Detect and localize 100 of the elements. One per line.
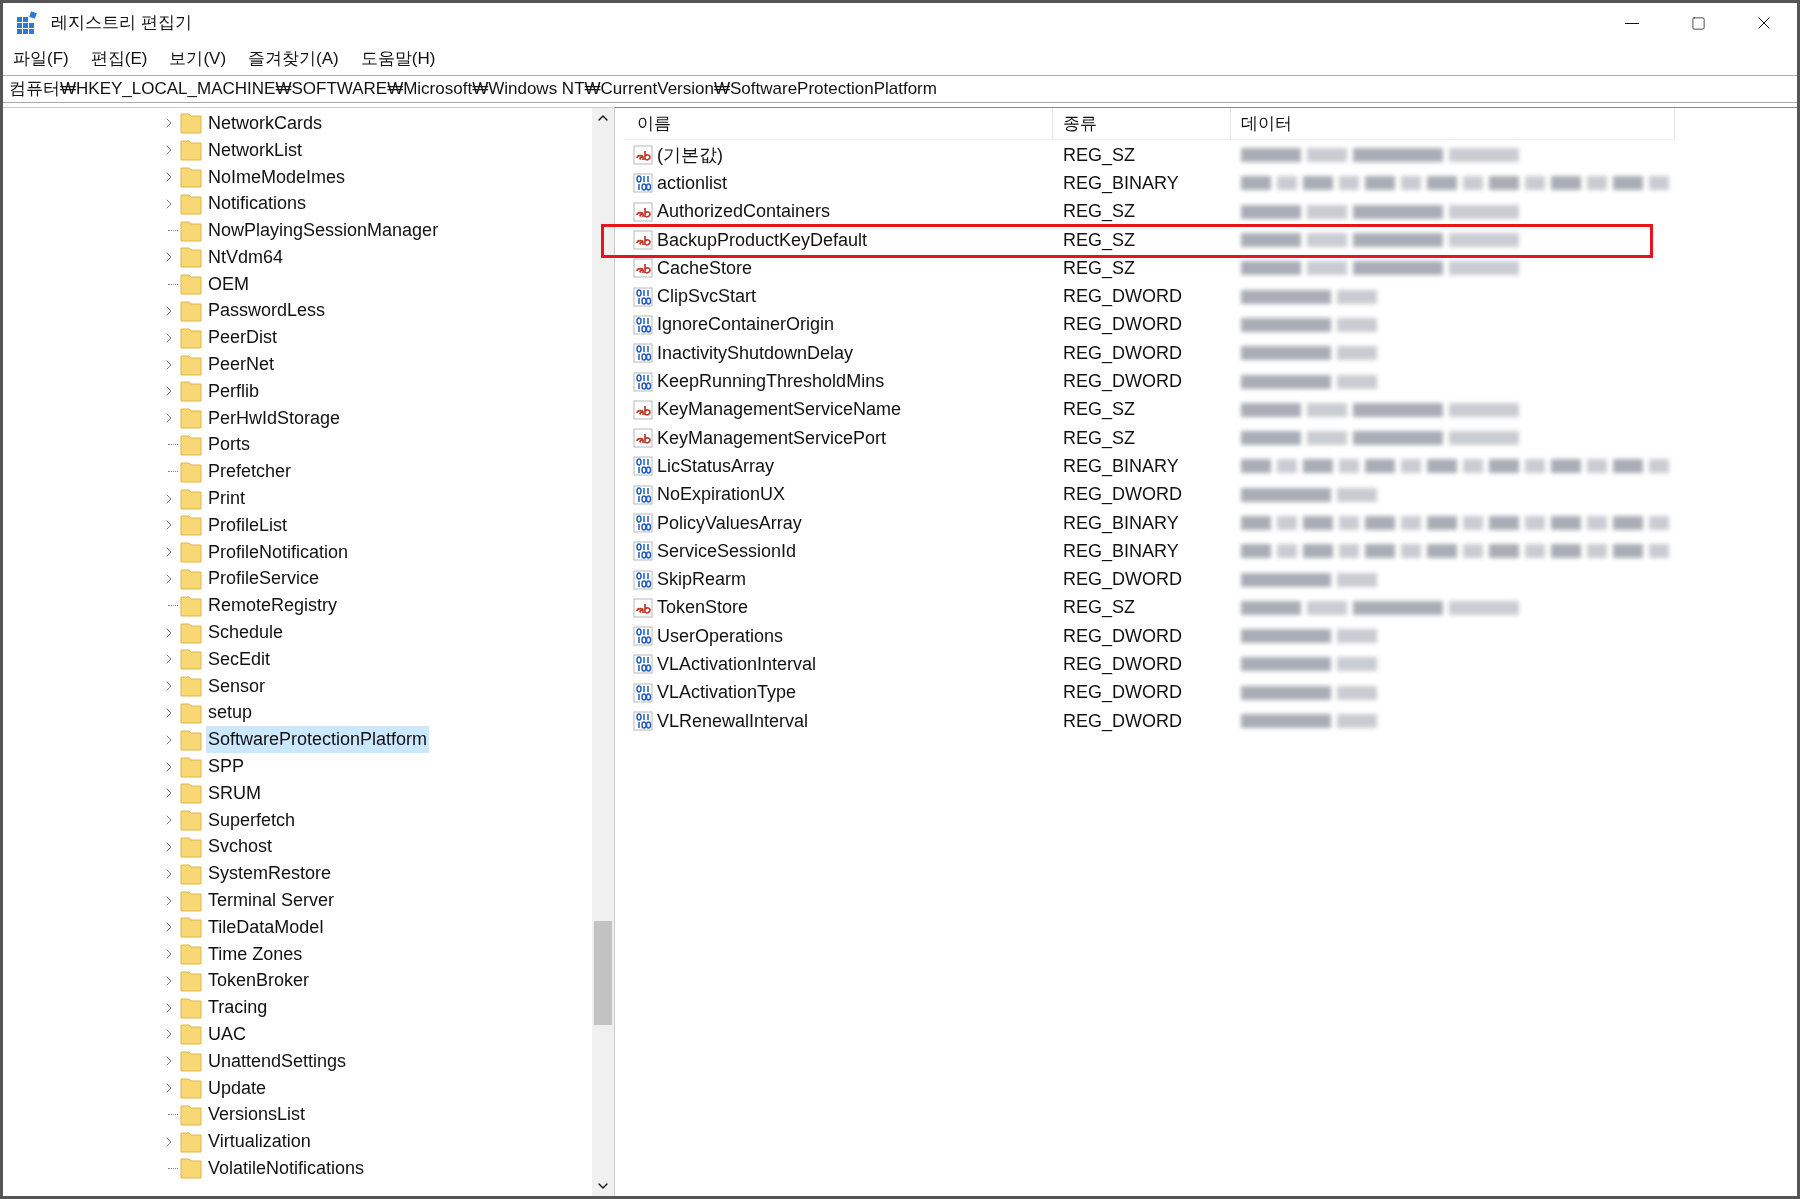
value-name[interactable]: BackupProductKeyDefault [657, 226, 868, 254]
folder-icon [179, 298, 203, 323]
value-type: REG_SZ [1062, 256, 1137, 281]
string-value-icon [633, 597, 653, 618]
value-name[interactable]: VLActivationInterval [657, 651, 817, 678]
column-header[interactable]: 데이터 [1231, 108, 1675, 139]
value-name[interactable]: VLRenewalInterval [657, 707, 809, 735]
value-name[interactable]: CacheStore [657, 254, 753, 282]
folder-icon [179, 1022, 203, 1047]
folder-icon [179, 968, 203, 993]
tree-item[interactable]: Superfetch [206, 806, 298, 834]
folder-icon [179, 593, 203, 618]
folder-icon [179, 566, 203, 591]
tree-item[interactable]: PasswordLess [206, 297, 328, 325]
binary-value-icon [633, 626, 653, 647]
value-name[interactable]: VLActivationType [657, 679, 797, 707]
value-name[interactable]: SkipRearm [657, 566, 747, 594]
tree-item[interactable]: NtVdm64 [206, 243, 286, 271]
address-bar[interactable]: 컴퓨터₩HKEY_LOCAL_MACHINE₩SOFTWARE₩Microsoft₩Windows NT₩CurrentVersion₩SoftwareProtectionPlatform [3, 75, 1797, 103]
folder-icon [179, 620, 203, 645]
tree-item[interactable]: PeerNet [206, 351, 277, 379]
tree-item[interactable]: SPP [206, 753, 247, 781]
value-name[interactable]: LicStatusArray [657, 452, 775, 480]
value-name[interactable]: KeyManagementServicePort [657, 424, 887, 452]
value-name[interactable]: UserOperations [657, 622, 784, 650]
menu-item[interactable]: 도움말(H) [360, 46, 436, 72]
tree-item[interactable]: Perflib [206, 377, 262, 405]
value-name[interactable]: IgnoreContainerOrigin [657, 311, 835, 339]
tree-item[interactable]: Svchost [206, 833, 275, 861]
value-type: REG_DWORD [1062, 285, 1183, 309]
tree-item[interactable]: OEM [206, 270, 251, 298]
value-name[interactable]: ClipSvcStart [657, 283, 757, 311]
value-name[interactable]: KeyManagementServiceName [657, 396, 902, 424]
tree-item[interactable]: Print [206, 485, 247, 513]
tree-item[interactable]: Time Zones [206, 940, 305, 968]
value-name[interactable]: (기본값) [657, 141, 723, 169]
menu-item[interactable]: 보기(V) [169, 46, 227, 72]
tree-item[interactable]: Tracing [206, 994, 270, 1022]
menu-item[interactable]: 파일(F) [13, 46, 69, 72]
tree-item[interactable]: UAC [206, 1021, 248, 1048]
tree-item[interactable]: ProfileNotification [206, 538, 351, 566]
tree-item[interactable]: Prefetcher [206, 458, 294, 486]
tree-item[interactable]: Schedule [206, 619, 286, 647]
value-name[interactable]: actionlist [657, 169, 728, 197]
tree-item[interactable]: SRUM [206, 779, 263, 807]
tree-item[interactable]: Sensor [206, 672, 268, 700]
tree-item[interactable]: VersionsList [206, 1101, 308, 1129]
folder-icon [179, 1076, 203, 1101]
binary-value-icon [633, 173, 653, 194]
binary-value-icon [633, 513, 653, 533]
value-name[interactable]: InactivityShutdownDelay [657, 339, 854, 367]
menu-item[interactable]: 즐겨찾기(A) [248, 46, 339, 72]
tree-item[interactable]: VolatileNotifications [206, 1155, 367, 1182]
tree-item[interactable]: ProfileList [206, 511, 290, 539]
tree-item[interactable]: TokenBroker [206, 967, 312, 995]
scrollbar[interactable] [592, 108, 614, 1196]
menu-item[interactable]: 편집(E) [90, 46, 148, 72]
tree-item[interactable]: Virtualization [206, 1128, 313, 1156]
tree-item[interactable]: SecEdit [206, 645, 273, 673]
tree-item[interactable]: ProfileService [206, 565, 322, 593]
value-name[interactable]: KeepRunningThresholdMins [657, 368, 885, 395]
value-type: REG_BINARY [1062, 454, 1180, 479]
value-type: REG_DWORD [1062, 370, 1183, 394]
tree-item[interactable]: NowPlayingSessionManager [206, 217, 441, 245]
column-header[interactable]: 종류 [1053, 108, 1231, 139]
value-name[interactable]: PolicyValuesArray [657, 509, 802, 537]
tree-item[interactable]: setup [206, 699, 255, 727]
scrollbar-thumb[interactable] [594, 921, 612, 1025]
minimize-icon [1625, 22, 1639, 24]
binary-value-icon [633, 541, 653, 562]
folder-icon [179, 647, 203, 672]
folder-icon [179, 1049, 203, 1074]
tree-item[interactable]: PeerDist [206, 324, 280, 352]
binary-value-icon [633, 484, 653, 505]
value-type: REG_DWORD [1062, 709, 1183, 734]
tree-item[interactable]: NoImeModeImes [206, 163, 348, 191]
tree-item[interactable]: UnattendSettings [206, 1047, 349, 1075]
value-name[interactable]: AuthorizedContainers [657, 198, 831, 226]
tree-item[interactable]: NetworkCards [206, 109, 325, 137]
folder-icon [179, 700, 203, 725]
tree-item[interactable]: Update [206, 1074, 269, 1102]
tree-item[interactable]: RemoteRegistry [206, 592, 340, 620]
column-header[interactable]: 이름 [623, 108, 1053, 139]
tree-item[interactable]: SystemRestore [206, 860, 334, 888]
value-type: REG_DWORD [1062, 313, 1183, 337]
tree-item[interactable]: NetworkList [206, 136, 305, 164]
tree-item[interactable]: SoftwareProtectionPlatform [206, 726, 430, 754]
folder-icon [179, 888, 203, 913]
value-type: REG_SZ [1062, 596, 1137, 620]
value-name[interactable]: ServiceSessionId [657, 537, 797, 565]
folder-icon [179, 406, 203, 431]
tree-item[interactable]: Ports [206, 431, 252, 459]
tree-item[interactable]: PerHwIdStorage [206, 404, 343, 432]
tree-item[interactable]: Terminal Server [206, 887, 337, 914]
tree-item[interactable]: TileDataModel [206, 913, 326, 941]
value-name[interactable]: NoExpirationUX [657, 481, 786, 509]
folder-icon [179, 272, 203, 297]
value-name[interactable]: TokenStore [657, 594, 749, 622]
tree-item[interactable]: Notifications [206, 190, 309, 218]
folder-icon [179, 674, 203, 699]
